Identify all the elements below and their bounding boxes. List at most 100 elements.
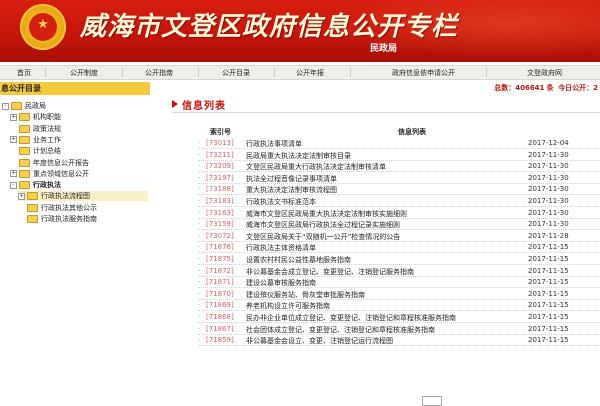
info-link[interactable]: 威海市文登区民政局重大执法决定法制审核实施细则 (246, 209, 407, 219)
folder-icon (19, 169, 30, 178)
info-link[interactable]: 行政执法事项清单 (246, 139, 302, 149)
publish-date: 2017-11-30 (528, 162, 569, 171)
department-name: 民政局 (370, 44, 398, 54)
sidebar-item[interactable]: + 重点领域信息公开 (10, 169, 89, 179)
sidebar-heading: 息公开目录 (0, 82, 150, 95)
sidebar-item-label: 行政执法 (33, 181, 61, 190)
info-link[interactable]: 社会团体成立登记、变更登记、注销登记和章程核准服务指南 (246, 325, 435, 335)
main-content: 总数：406641 条 今日公开：2 信息列表 索引号 信息列表 · [73013… (158, 82, 600, 400)
list-row: · [73188] 重大执法决定法制审核流程图 2017-11-30 (198, 183, 600, 196)
info-link[interactable]: 民政局重大执法决定法制审核目录 (246, 151, 351, 161)
info-link[interactable]: 非公募基金会成立登记、变更登记、注销登记服务指南 (246, 267, 414, 277)
total-label: 总数： (494, 84, 516, 92)
list-row: · [71869] 养老机构设立许可服务指南 2017-11-15 (198, 299, 600, 312)
sidebar-item-label: 年度信息公开报告 (33, 158, 89, 167)
expand-icon[interactable]: + (10, 136, 17, 144)
bullet: · (198, 255, 201, 263)
folder-icon (19, 158, 30, 167)
sidebar-item[interactable]: + 机构职能 (10, 112, 61, 122)
publish-date: 2017-11-30 (528, 173, 569, 182)
bullet: · (198, 243, 201, 252)
expand-icon[interactable]: + (18, 192, 25, 200)
index-code: [71869] (206, 301, 234, 310)
sidebar-item[interactable]: 行政执法其他公示 (18, 203, 97, 213)
pager-box[interactable] (422, 396, 442, 406)
bullet: · (198, 231, 201, 240)
bullet: · (198, 301, 201, 310)
sidebar-item[interactable]: 年度信息公开报告 (10, 158, 89, 168)
list-row: · [71876] 行政执法主体资格清单 2017-11-15 (198, 241, 600, 254)
list-row: · [73197] 执法全过程音像记录事项清单 2017-11-30 (198, 172, 600, 184)
collapse-icon[interactable]: - (10, 181, 17, 189)
nav-disclosure-catalog[interactable]: 公开目录 (222, 68, 250, 78)
info-link[interactable]: 威海市文登区民政局行政执法全过程记录实施细则 (246, 220, 400, 230)
nav-home[interactable]: 首页 (17, 68, 31, 78)
info-link[interactable]: 重大执法决定法制审核流程图 (246, 185, 337, 195)
info-link[interactable]: 执法全过程音像记录事项清单 (246, 174, 337, 184)
info-link[interactable]: 非公募基金会设立、变更、注销登记运行流程图 (246, 336, 393, 346)
folder-icon (27, 215, 38, 223)
bullet: · (198, 336, 201, 345)
info-link[interactable]: 养老机构设立许可服务指南 (246, 301, 330, 311)
expand-icon[interactable]: + (10, 113, 17, 121)
folder-icon (19, 113, 30, 122)
sidebar-item-label: 民政局 (25, 102, 46, 110)
publish-date: 2017-11-15 (528, 336, 569, 345)
nav-annual-report[interactable]: 公开年报 (296, 68, 324, 78)
sidebar-item-label: 行政执法服务指南 (41, 215, 97, 223)
sidebar-item[interactable]: 行政执法服务指南 (18, 214, 97, 224)
bullet: · (198, 278, 201, 287)
list-row: · [71872] 非公募基金会成立登记、变更登记、注销登记服务指南 2017-11-… (198, 265, 600, 277)
total-unit: 条 (546, 84, 554, 92)
expand-icon[interactable]: + (10, 170, 17, 178)
index-code: [73072] (206, 231, 234, 240)
bullet: · (198, 197, 201, 205)
folder-icon (19, 135, 30, 144)
info-link[interactable]: 建设殡仪服务站、骨灰堂审批服务指南 (246, 290, 365, 300)
publish-date: 2017-11-30 (528, 185, 569, 194)
info-link[interactable]: 行政执法文书标准范本 (246, 197, 316, 207)
sidebar-item-label: 业务工作 (33, 135, 61, 144)
collapse-icon[interactable]: - (2, 102, 9, 110)
index-code: [73209] (206, 162, 234, 171)
list-row: · [71867] 社会团体成立登记、变更登记、注销登记和章程核准服务指南 2017-… (198, 323, 600, 335)
sidebar-item[interactable]: 计划总结 (10, 146, 61, 156)
index-code: [71870] (206, 289, 234, 298)
publish-date: 2017-12-04 (528, 139, 569, 147)
list-row: · [73183] 行政执法文书标准范本 2017-11-30 (198, 195, 600, 207)
list-row: · [71859] 非公募基金会设立、变更、注销登记运行流程图 2017-11-15 (198, 334, 600, 347)
index-code: [71859] (206, 336, 234, 345)
folder-icon (11, 102, 22, 110)
info-link[interactable]: 设置农村村民公益性墓地服务指南 (246, 255, 351, 265)
nav-disclosure-guide[interactable]: 公开指南 (145, 68, 173, 78)
index-code: [71867] (206, 324, 234, 333)
list-row: · [71875] 设置农村村民公益性墓地服务指南 2017-11-15 (198, 253, 600, 265)
nav-wendeng-gov-site[interactable]: 文登政府网 (527, 68, 562, 78)
sidebar-item[interactable]: + 业务工作 (10, 135, 61, 145)
column-header-list: 信息列表 (398, 128, 426, 136)
sidebar-item[interactable]: 政策法规 (10, 124, 61, 134)
sidebar-item[interactable]: + 行政执法流程图 (18, 191, 148, 202)
list-row: · [73072] 文登区民政局关于“双随机一公开”检查情况的公告 2017-11-2… (198, 230, 600, 242)
info-link[interactable]: 民办非企业单位成立登记、变更登记、注销登记和章程核准服务指南 (246, 313, 456, 323)
publish-date: 2017-11-15 (528, 301, 569, 310)
info-link[interactable]: 建设公墓审核服务指南 (246, 278, 316, 288)
publish-date: 2017-11-30 (528, 220, 569, 229)
sidebar-item[interactable]: - 民政局 (2, 101, 46, 111)
info-link[interactable]: 文登区民政局重大行政执法决定法制审核清单 (246, 162, 386, 172)
sidebar-item[interactable]: - 行政执法 (10, 180, 61, 190)
index-code: [71868] (206, 313, 234, 321)
nav-disclosure-system[interactable]: 公开制度 (70, 68, 98, 78)
title-divider (172, 112, 600, 113)
list-row: · [71871] 建设公墓审核服务指南 2017-11-15 (198, 276, 600, 289)
publish-date: 2017-11-15 (528, 324, 569, 333)
info-link[interactable]: 文登区民政局关于“双随机一公开”检查情况的公告 (246, 232, 400, 242)
sidebar-item-label: 重点领域信息公开 (33, 169, 89, 178)
sidebar: 息公开目录 - 民政局 + 机构职能政策法规 + 业务工作计划总结年度信息公开报告 + 重点领… (0, 82, 150, 400)
index-code: [73013] (206, 139, 234, 147)
list-row: · [73013] 行政执法事项清单 2017-12-04 (198, 137, 600, 149)
nav-apply-disclosure[interactable]: 政府信息依申请公开 (392, 68, 455, 78)
info-link[interactable]: 行政执法主体资格清单 (246, 243, 316, 253)
list-row: · [71870] 建设殡仪服务站、骨灰堂审批服务指南 2017-11-15 (198, 288, 600, 300)
sidebar-item-label: 政策法规 (33, 124, 61, 133)
